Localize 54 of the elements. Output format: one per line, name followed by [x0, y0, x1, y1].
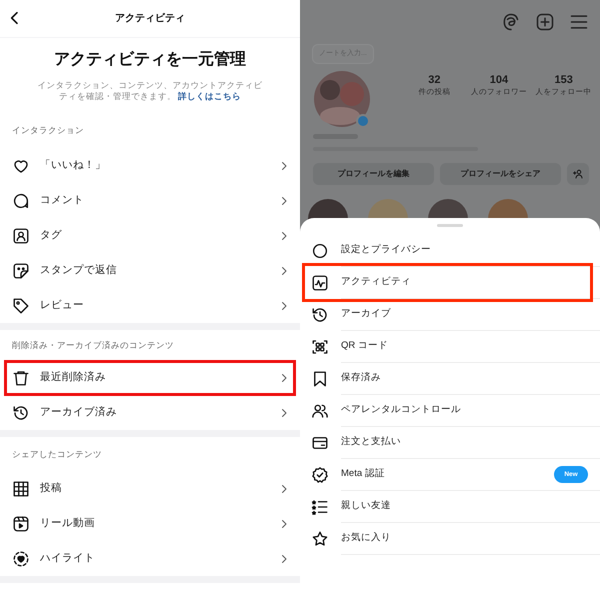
page-heading: アクティビティを一元管理	[54, 50, 246, 70]
description-text: インタラクション、コンテンツ、アカウントアクティビティを確認・管理できます。 詳しくはこちら	[37, 80, 263, 102]
section-label: シェアしたコンテンツ	[12, 448, 102, 460]
menu-item[interactable]: アーカイブ済み	[0, 395, 300, 430]
menu-item[interactable]: 「いいね！」	[0, 148, 300, 183]
menu-item[interactable]: リール動画	[0, 506, 300, 541]
menu-item[interactable]: アーカイブ	[300, 299, 600, 331]
menu-item[interactable]: スタンプで返信	[0, 253, 300, 288]
add-person-button[interactable]	[567, 163, 589, 185]
menu-item[interactable]: お気に入り	[300, 523, 600, 555]
menu-item[interactable]: 保存済み	[300, 363, 600, 395]
bookmark-icon	[311, 370, 329, 388]
verified-badge-icon	[311, 466, 329, 484]
add-icon[interactable]	[535, 12, 555, 32]
history-icon	[12, 404, 30, 422]
reels-icon	[12, 514, 30, 532]
tag-icon	[12, 296, 30, 314]
qr-code-icon	[311, 338, 329, 356]
menu-item[interactable]: タグ	[0, 218, 300, 253]
menu-item[interactable]: レビュー	[0, 288, 300, 323]
section-label: 削除済み・アーカイブ済みのコンテンツ	[12, 338, 174, 352]
section-label: インタラクション	[12, 124, 84, 136]
menu-item[interactable]: コメント	[0, 183, 300, 218]
card-icon	[311, 434, 329, 452]
sticker-face-icon	[12, 262, 30, 280]
stat-count: 104	[490, 74, 508, 87]
threads-icon[interactable]	[501, 12, 521, 32]
star-icon	[311, 530, 329, 548]
tagged-person-icon	[12, 226, 30, 244]
learn-more-link[interactable]: 詳しくはこちら	[178, 91, 242, 101]
star-list-icon	[311, 498, 329, 516]
menu-item[interactable]: 最近削除済み	[0, 360, 300, 395]
menu-item[interactable]: 注文と支払い	[300, 427, 600, 459]
menu-item[interactable]: アクティビティ	[300, 267, 600, 299]
profile-button[interactable]: プロフィールを編集	[313, 163, 434, 185]
stat-count: 153	[554, 74, 573, 87]
people-icon	[311, 402, 329, 420]
stat-count: 32	[428, 74, 440, 87]
menu-item[interactable]: 設定とプライバシー	[300, 235, 600, 267]
screen-title: アクティビティ	[115, 12, 185, 26]
avatar	[312, 70, 372, 128]
grid-icon	[12, 480, 30, 498]
speech-bubble-icon	[12, 192, 30, 210]
add-person-icon	[572, 168, 584, 180]
trash-icon	[12, 368, 30, 386]
menu-item[interactable]: 投稿	[0, 471, 300, 506]
drag-handle[interactable]	[437, 224, 463, 227]
menu-item[interactable]: ハイライト	[0, 541, 300, 576]
menu-item[interactable]: QR コード	[300, 331, 600, 363]
menu-item[interactable]: ペアレンタルコントロール	[300, 395, 600, 427]
menu-item[interactable]: 親しい友達	[300, 491, 600, 523]
profile-button[interactable]: プロフィールをシェア	[440, 163, 561, 185]
activity-chart-icon	[311, 274, 329, 292]
history-icon	[311, 306, 329, 324]
